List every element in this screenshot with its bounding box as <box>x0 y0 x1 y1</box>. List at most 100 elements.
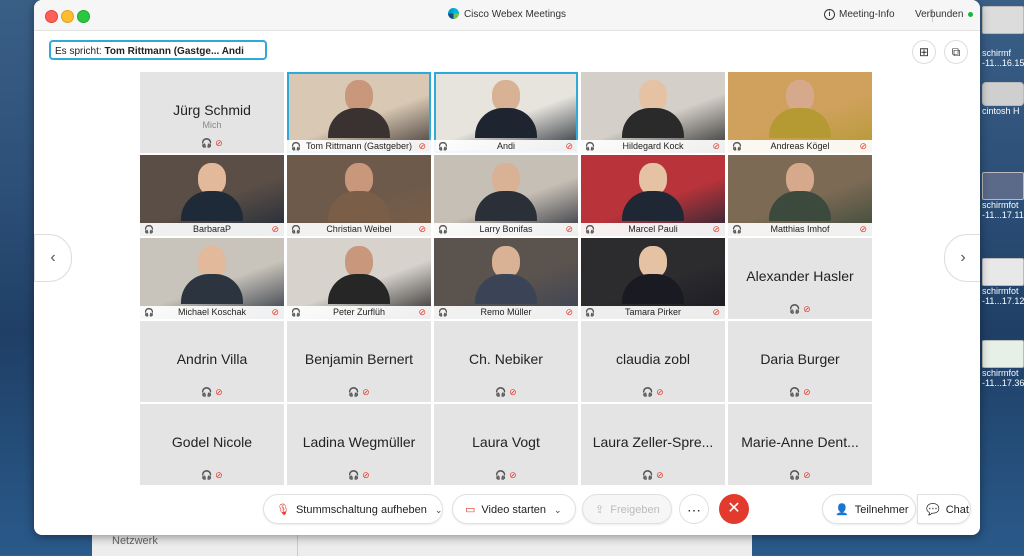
participant-name: claudia zobl <box>616 351 690 367</box>
participant-name: Remo Müller <box>480 307 532 317</box>
unmute-button[interactable]: 🎙 Stummschaltung aufheben ⌄ <box>263 494 443 524</box>
active-speaker-bar: Es spricht: Tom Rittmann (Gastge... Andi <box>49 40 267 60</box>
participant-caption: 🎧 Christian Weibel ⊘ <box>287 223 431 236</box>
participant-tile[interactable]: Andrin Villa 🎧 ⊘ <box>140 321 284 402</box>
network-label: Netzwerk <box>112 535 158 547</box>
headset-icon: 🎧 <box>789 387 804 397</box>
muted-icon: ⊘ <box>215 387 223 397</box>
headset-icon: 🎧 <box>495 387 510 397</box>
participant-tile[interactable]: 🎧 Remo Müller ⊘ <box>434 238 578 319</box>
participant-tile[interactable]: Laura Zeller-Spre... 🎧 ⊘ <box>581 404 725 485</box>
next-page-button[interactable]: › <box>944 234 980 282</box>
participant-tile[interactable]: 🎧 Andi ⊘ <box>434 72 578 153</box>
participant-tile[interactable]: Jürg Schmid Mich 🎧 ⊘ <box>140 72 284 153</box>
desktop-icons: schirmf -11...16.15 cintosh H schirmfot … <box>980 0 1024 555</box>
participant-video <box>622 80 684 138</box>
participant-tile[interactable]: Godel Nicole 🎧 ⊘ <box>140 404 284 485</box>
participant-tile[interactable]: 🎧 BarbaraP ⊘ <box>140 155 284 236</box>
connection-status: Verbunden <box>915 9 974 20</box>
participant-tile[interactable]: 🎧 Matthias Imhof ⊘ <box>728 155 872 236</box>
participant-tile[interactable]: 🎧 Christian Weibel ⊘ <box>287 155 431 236</box>
participant-name: Peter Zurflüh <box>332 307 386 317</box>
participant-tile[interactable]: claudia zobl 🎧 ⊘ <box>581 321 725 402</box>
participant-caption: 🎧 Hildegard Kock ⊘ <box>581 140 725 153</box>
muted-icon: ⊘ <box>859 141 867 151</box>
participant-status-icons: 🎧 ⊘ <box>434 387 578 398</box>
participant-tile[interactable]: Marie-Anne Dent... 🎧 ⊘ <box>728 404 872 485</box>
previous-page-button[interactable]: ‹ <box>34 234 72 282</box>
participant-tile[interactable]: 🎧 Peter Zurflüh ⊘ <box>287 238 431 319</box>
participant-tile[interactable]: Alexander Hasler 🎧 ⊘ <box>728 238 872 319</box>
desktop-item[interactable]: schirmf -11...16.15 <box>982 48 1024 68</box>
muted-icon: ⊘ <box>803 304 811 314</box>
muted-icon: ⊘ <box>712 307 720 317</box>
participant-tile[interactable]: Ch. Nebiker 🎧 ⊘ <box>434 321 578 402</box>
participant-tile[interactable]: 🎧 Michael Koschak ⊘ <box>140 238 284 319</box>
info-icon: i <box>824 9 835 20</box>
participant-tile[interactable]: Benjamin Bernert 🎧 ⊘ <box>287 321 431 402</box>
muted-icon: ⊘ <box>712 224 720 234</box>
participant-tile[interactable]: 🎧 Larry Bonifas ⊘ <box>434 155 578 236</box>
participant-name: Andreas Kögel <box>770 141 830 151</box>
participant-video <box>769 80 831 138</box>
video-body <box>328 274 390 304</box>
participant-status-icons: 🎧 ⊘ <box>140 387 284 398</box>
video-body <box>475 274 537 304</box>
participant-name: Tamara Pirker <box>624 307 681 317</box>
desktop-item[interactable]: cintosh H <box>982 82 1024 116</box>
participant-name: Andrin Villa <box>176 351 248 367</box>
muted-icon: ⊘ <box>509 470 517 480</box>
muted-icon: ⊘ <box>362 387 370 397</box>
participant-name: Ch. Nebiker <box>469 351 543 367</box>
share-icon: ⇪ <box>595 504 605 516</box>
participant-name: Ladina Wegmüller <box>302 434 416 450</box>
chevron-down-icon[interactable]: ⌄ <box>554 495 562 525</box>
participant-name: Larry Bonifas <box>479 224 533 234</box>
participant-tile[interactable]: Ladina Wegmüller 🎧 ⊘ <box>287 404 431 485</box>
webex-logo-icon <box>447 8 459 19</box>
video-body <box>622 191 684 221</box>
close-icon: ✕ <box>727 500 741 517</box>
popout-button[interactable]: ⧉ <box>944 40 968 64</box>
participant-icon: 👤 <box>835 504 849 516</box>
meeting-info-button[interactable]: i Meeting-Info <box>824 9 895 20</box>
participant-name: Michael Koschak <box>177 307 247 317</box>
video-body <box>181 274 243 304</box>
participant-tile[interactable]: 🎧 Marcel Pauli ⊘ <box>581 155 725 236</box>
start-video-button[interactable]: ▭ Video starten ⌄ <box>452 494 576 524</box>
desktop-item[interactable]: schirmfot -11...17.12 <box>982 258 1024 306</box>
desktop-item[interactable]: schirmfot -11...17.11 <box>982 172 1024 220</box>
participant-tile[interactable]: Daria Burger 🎧 ⊘ <box>728 321 872 402</box>
participant-grid: Jürg Schmid Mich 🎧 ⊘ 🎧 Tom Rittmann (Gastgeb… <box>140 72 873 485</box>
participant-name: Laura Vogt <box>472 434 540 450</box>
muted-icon: ⊘ <box>215 470 223 480</box>
participant-tile[interactable]: 🎧 Tom Rittmann (Gastgeber) ⊘ <box>287 72 431 153</box>
headset-icon: 🎧 <box>642 470 657 480</box>
participant-tile[interactable]: 🎧 Tamara Pirker ⊘ <box>581 238 725 319</box>
headset-icon: 🎧 <box>201 387 216 397</box>
participant-video <box>475 80 537 138</box>
more-options-button[interactable]: ⋯ <box>679 494 709 524</box>
chevron-down-icon[interactable]: ⌄ <box>435 495 443 525</box>
participant-tile[interactable]: 🎧 Andreas Kögel ⊘ <box>728 72 872 153</box>
end-call-button[interactable]: ✕ <box>719 494 749 524</box>
video-body <box>475 108 537 138</box>
desktop-item[interactable] <box>982 6 1024 34</box>
participant-name: Matthias Imhof <box>770 224 830 234</box>
layout-grid-button[interactable]: ⊞ <box>912 40 936 64</box>
participant-tile[interactable]: Laura Vogt 🎧 ⊘ <box>434 404 578 485</box>
chevron-right-icon: › <box>960 249 966 266</box>
meeting-controls: 🎙 Stummschaltung aufheben ⌄ ▭ Video starten… <box>34 488 980 535</box>
desktop-item[interactable]: schirmfot -11...17.36 <box>982 340 1024 388</box>
participants-button[interactable]: 👤 Teilnehmer <box>822 494 916 524</box>
share-button[interactable]: ⇪ Freigeben <box>582 494 672 524</box>
muted-icon: ⊘ <box>712 141 720 151</box>
headset-icon: 🎧 <box>642 387 657 397</box>
grid-icon: ⊞ <box>918 45 930 59</box>
participant-tile[interactable]: 🎧 Hildegard Kock ⊘ <box>581 72 725 153</box>
participant-subtitle: Mich <box>202 120 222 130</box>
muted-icon: ⊘ <box>418 224 426 234</box>
participant-caption: 🎧 Michael Koschak ⊘ <box>140 306 284 319</box>
participant-name: Tom Rittmann (Gastgeber) <box>305 141 413 151</box>
chat-button[interactable]: 💬 Chat <box>917 494 971 524</box>
